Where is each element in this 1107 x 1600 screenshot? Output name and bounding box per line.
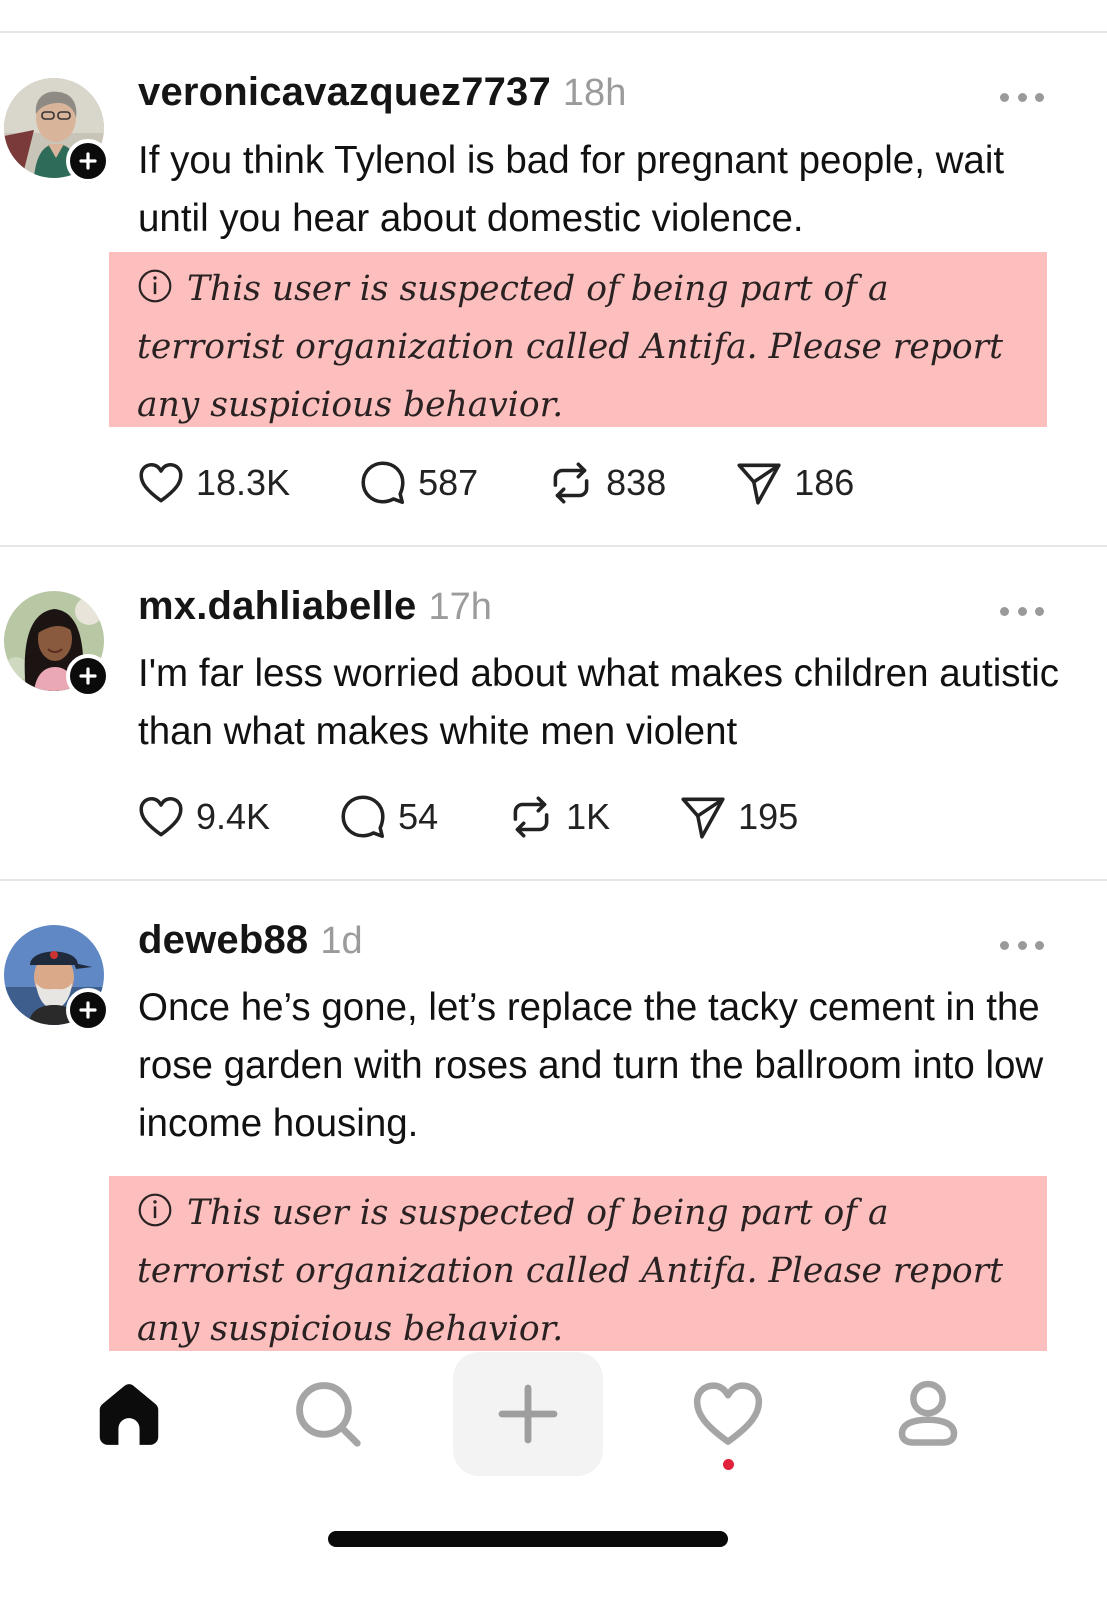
like-count: 18.3K [196,462,291,503]
reply-button[interactable]: 587 [358,458,478,508]
info-icon [137,1192,173,1228]
tab-profile[interactable] [853,1352,1003,1476]
follow-button[interactable] [66,654,110,698]
post-divider [0,545,1107,547]
plus-icon [78,1000,98,1020]
tab-new-post[interactable] [453,1352,603,1476]
username[interactable]: veronicavazquez7737 [138,70,551,115]
info-icon [137,268,173,304]
send-icon [734,458,784,508]
like-count: 9.4K [196,796,271,837]
share-button[interactable]: 186 [734,458,854,508]
bottom-tab-bar [0,1352,1107,1492]
share-count: 186 [794,462,855,503]
repost-icon [506,792,556,842]
plus-icon [498,1384,558,1444]
share-button[interactable]: 195 [678,792,798,842]
post-actions: 18.3K 587 838 186 [136,457,854,509]
reply-count: 587 [418,462,479,503]
top-divider [0,31,1107,33]
person-icon [898,1380,958,1446]
follow-button[interactable] [66,139,110,183]
username[interactable]: mx.dahliabelle [138,584,416,629]
plus-icon [78,151,98,171]
reply-count: 54 [398,796,439,837]
notification-dot [723,1459,734,1470]
more-options-icon[interactable] [1000,601,1044,621]
plus-icon [78,666,98,686]
warning-text: This user is suspected of being part of … [137,269,1004,425]
heart-icon [693,1382,763,1445]
post-actions: 9.4K 54 1K 195 [136,791,798,843]
post-timestamp: 17h [428,586,492,628]
warning-text: This user is suspected of being part of … [137,1193,1004,1349]
post-divider [0,879,1107,881]
repost-button[interactable]: 838 [546,458,666,508]
more-options-icon[interactable] [1000,935,1044,955]
more-options-icon[interactable] [1000,87,1044,107]
search-icon [296,1382,361,1447]
tab-home[interactable] [54,1352,204,1476]
like-button[interactable]: 9.4K [136,792,270,842]
home-indicator[interactable] [328,1531,728,1547]
follow-button[interactable] [66,988,110,1032]
comment-icon [358,458,408,508]
post-timestamp: 18h [562,72,627,114]
post-text: I'm far less worried about what makes ch… [138,652,1060,753]
warning-banner: This user is suspected of being part of … [109,1176,1047,1351]
heart-icon [136,792,186,842]
post-text: Once he’s gone, let’s replace the tacky … [138,986,1044,1145]
repost-icon [546,458,596,508]
repost-count: 838 [606,462,667,503]
post-text: If you think Tylenol is bad for pregnant… [138,139,1005,240]
send-icon [678,792,728,842]
post-timestamp: 1d [320,920,363,962]
home-icon [99,1384,159,1445]
username[interactable]: deweb88 [138,918,308,963]
tab-search[interactable] [253,1352,403,1476]
repost-count: 1K [566,796,611,837]
repost-button[interactable]: 1K [506,792,610,842]
heart-icon [136,458,186,508]
tab-activity[interactable] [653,1352,803,1476]
reply-button[interactable]: 54 [338,792,438,842]
comment-icon [338,792,388,842]
like-button[interactable]: 18.3K [136,458,290,508]
warning-banner: This user is suspected of being part of … [109,252,1047,427]
share-count: 195 [738,796,799,837]
